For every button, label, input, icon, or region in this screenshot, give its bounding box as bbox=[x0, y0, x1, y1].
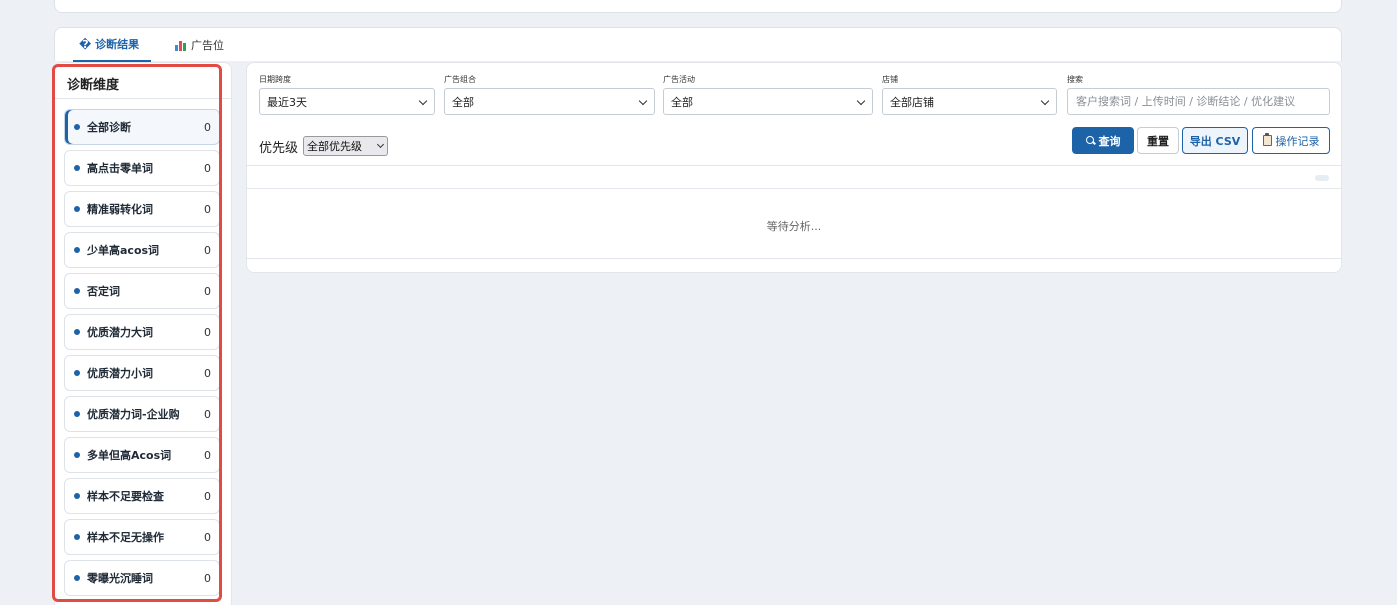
date-select-value: 最近3天 bbox=[267, 95, 307, 109]
campaign-select[interactable]: 全部 bbox=[663, 88, 873, 115]
dimension-item[interactable]: 优质潜力词-企业购 0 bbox=[64, 396, 220, 432]
clipboard-icon bbox=[1262, 133, 1272, 146]
dimension-label: 否定词 bbox=[87, 285, 120, 298]
dot-icon bbox=[74, 288, 80, 294]
dimension-item[interactable]: 高点击零单词 0 bbox=[64, 150, 220, 186]
priority-label: 优先级 bbox=[259, 141, 299, 156]
dimension-count: 0 bbox=[204, 325, 211, 339]
chevron-down-icon bbox=[1040, 96, 1050, 106]
portfolio-filter-label: 广告组合 bbox=[444, 75, 476, 84]
dot-icon bbox=[74, 165, 80, 171]
dimension-label: 样本不足无操作 bbox=[87, 531, 164, 544]
dimension-item[interactable]: 少单高acos词 0 bbox=[64, 232, 220, 268]
operation-log-button[interactable]: 操作记录 bbox=[1252, 127, 1330, 154]
store-filter: 店铺 全部店铺 bbox=[882, 74, 1057, 115]
dimension-label: 全部诊断 bbox=[87, 121, 131, 134]
results-body: 等待分析... bbox=[247, 189, 1341, 259]
dot-icon bbox=[74, 575, 80, 581]
chevron-down-icon bbox=[418, 96, 428, 106]
dimension-count: 0 bbox=[204, 571, 211, 585]
dot-icon bbox=[74, 411, 80, 417]
bar-chart-icon bbox=[175, 40, 188, 51]
dot-icon bbox=[74, 247, 80, 253]
dimension-item[interactable]: 否定词 0 bbox=[64, 273, 220, 309]
sidebar-title: 诊断维度 bbox=[55, 63, 231, 99]
priority-select-value: 全部优先级 bbox=[307, 140, 362, 153]
dimension-count: 0 bbox=[204, 530, 211, 544]
search-input[interactable] bbox=[1067, 88, 1330, 115]
dimension-count: 0 bbox=[204, 161, 211, 175]
chevron-down-icon bbox=[638, 96, 648, 106]
dimension-label: 零曝光沉睡词 bbox=[87, 572, 153, 585]
dimension-label: 精准弱转化词 bbox=[87, 203, 153, 216]
dimension-item[interactable]: 多单但高Acos词 0 bbox=[64, 437, 220, 473]
chevron-down-icon bbox=[856, 96, 866, 106]
dimension-item[interactable]: 精准弱转化词 0 bbox=[64, 191, 220, 227]
tab-diagnosis-results-label: � 诊断结果 bbox=[79, 38, 140, 51]
dimension-label: 样本不足要检查 bbox=[87, 490, 164, 503]
tab-ad-placement[interactable]: 广告位 bbox=[169, 28, 230, 62]
search-icon bbox=[1085, 136, 1095, 145]
dot-icon bbox=[74, 370, 80, 376]
dimension-label: 优质潜力小词 bbox=[87, 367, 153, 380]
dimension-label: 少单高acos词 bbox=[87, 244, 160, 257]
store-select[interactable]: 全部店铺 bbox=[882, 88, 1057, 115]
date-select[interactable]: 最近3天 bbox=[259, 88, 435, 115]
dimension-count: 0 bbox=[204, 489, 211, 503]
diagnosis-dimension-sidebar: 诊断维度 全部诊断 0 高点击零单词 0 精准弱转化词 0 少单高acos词 0 否定词… bbox=[54, 62, 232, 605]
empty-state-text: 等待分析... bbox=[766, 220, 822, 233]
top-panel bbox=[54, 0, 1342, 13]
tab-ad-placement-label: 广告位 bbox=[191, 39, 224, 52]
dimension-item[interactable]: 样本不足要检查 0 bbox=[64, 478, 220, 514]
dimension-label: 高点击零单词 bbox=[87, 162, 153, 175]
search-filter: 搜索 bbox=[1067, 74, 1330, 115]
query-button-label: 查询 bbox=[1098, 134, 1121, 148]
priority-select[interactable]: 全部优先级 bbox=[303, 136, 388, 156]
campaign-select-value: 全部 bbox=[671, 95, 693, 109]
dimension-item[interactable]: 优质潜力大词 0 bbox=[64, 314, 220, 350]
dimension-label: 优质潜力词-企业购 bbox=[87, 408, 180, 421]
operation-log-button-label: 操作记录 bbox=[1275, 134, 1320, 148]
store-select-value: 全部店铺 bbox=[890, 95, 934, 109]
date-filter: 日期跨度 最近3天 bbox=[259, 74, 435, 115]
dot-icon bbox=[74, 534, 80, 540]
results-header bbox=[247, 165, 1341, 189]
tab-diagnosis-results[interactable]: � 诊断结果 bbox=[73, 28, 152, 62]
dimension-count: 0 bbox=[204, 243, 211, 257]
dimension-label: 多单但高Acos词 bbox=[87, 449, 172, 462]
store-filter-label: 店铺 bbox=[882, 75, 898, 84]
date-filter-label: 日期跨度 bbox=[259, 75, 291, 84]
dimension-count: 0 bbox=[204, 120, 211, 134]
portfolio-filter: 广告组合 全部 bbox=[444, 74, 655, 115]
reset-button[interactable]: 重置 bbox=[1137, 127, 1179, 154]
portfolio-select-value: 全部 bbox=[452, 95, 474, 109]
dimension-count: 0 bbox=[204, 448, 211, 462]
dimension-item[interactable]: 样本不足无操作 0 bbox=[64, 519, 220, 555]
dimension-count: 0 bbox=[204, 202, 211, 216]
reset-button-label: 重置 bbox=[1147, 134, 1169, 148]
dimension-item[interactable]: 零曝光沉睡词 0 bbox=[64, 560, 220, 596]
chevron-down-icon bbox=[376, 140, 385, 149]
results-badge bbox=[1315, 175, 1329, 181]
campaign-filter-label: 广告活动 bbox=[663, 75, 695, 84]
tab-bar: � 诊断结果 广告位 bbox=[54, 27, 1342, 62]
campaign-filter: 广告活动 全部 bbox=[663, 74, 873, 115]
dot-icon bbox=[74, 452, 80, 458]
dimension-item-all-diagnosis[interactable]: 全部诊断 0 bbox=[64, 109, 220, 145]
dimension-count: 0 bbox=[204, 407, 211, 421]
portfolio-select[interactable]: 全部 bbox=[444, 88, 655, 115]
export-csv-button[interactable]: 导出 CSV bbox=[1182, 127, 1248, 154]
dot-icon bbox=[74, 124, 80, 130]
dimension-item[interactable]: 优质潜力小词 0 bbox=[64, 355, 220, 391]
dimension-count: 0 bbox=[204, 284, 211, 298]
dimension-count: 0 bbox=[204, 366, 211, 380]
dot-icon bbox=[74, 206, 80, 212]
dimension-label: 优质潜力大词 bbox=[87, 326, 153, 339]
export-csv-button-label: 导出 CSV bbox=[1189, 134, 1241, 148]
dot-icon bbox=[74, 493, 80, 499]
query-button[interactable]: 查询 bbox=[1072, 127, 1134, 154]
dot-icon bbox=[74, 329, 80, 335]
results-panel: 日期跨度 最近3天 广告组合 全部 广告活动 全部 店铺 全部店铺 搜索 优先级… bbox=[246, 62, 1342, 273]
search-filter-label: 搜索 bbox=[1067, 75, 1083, 84]
